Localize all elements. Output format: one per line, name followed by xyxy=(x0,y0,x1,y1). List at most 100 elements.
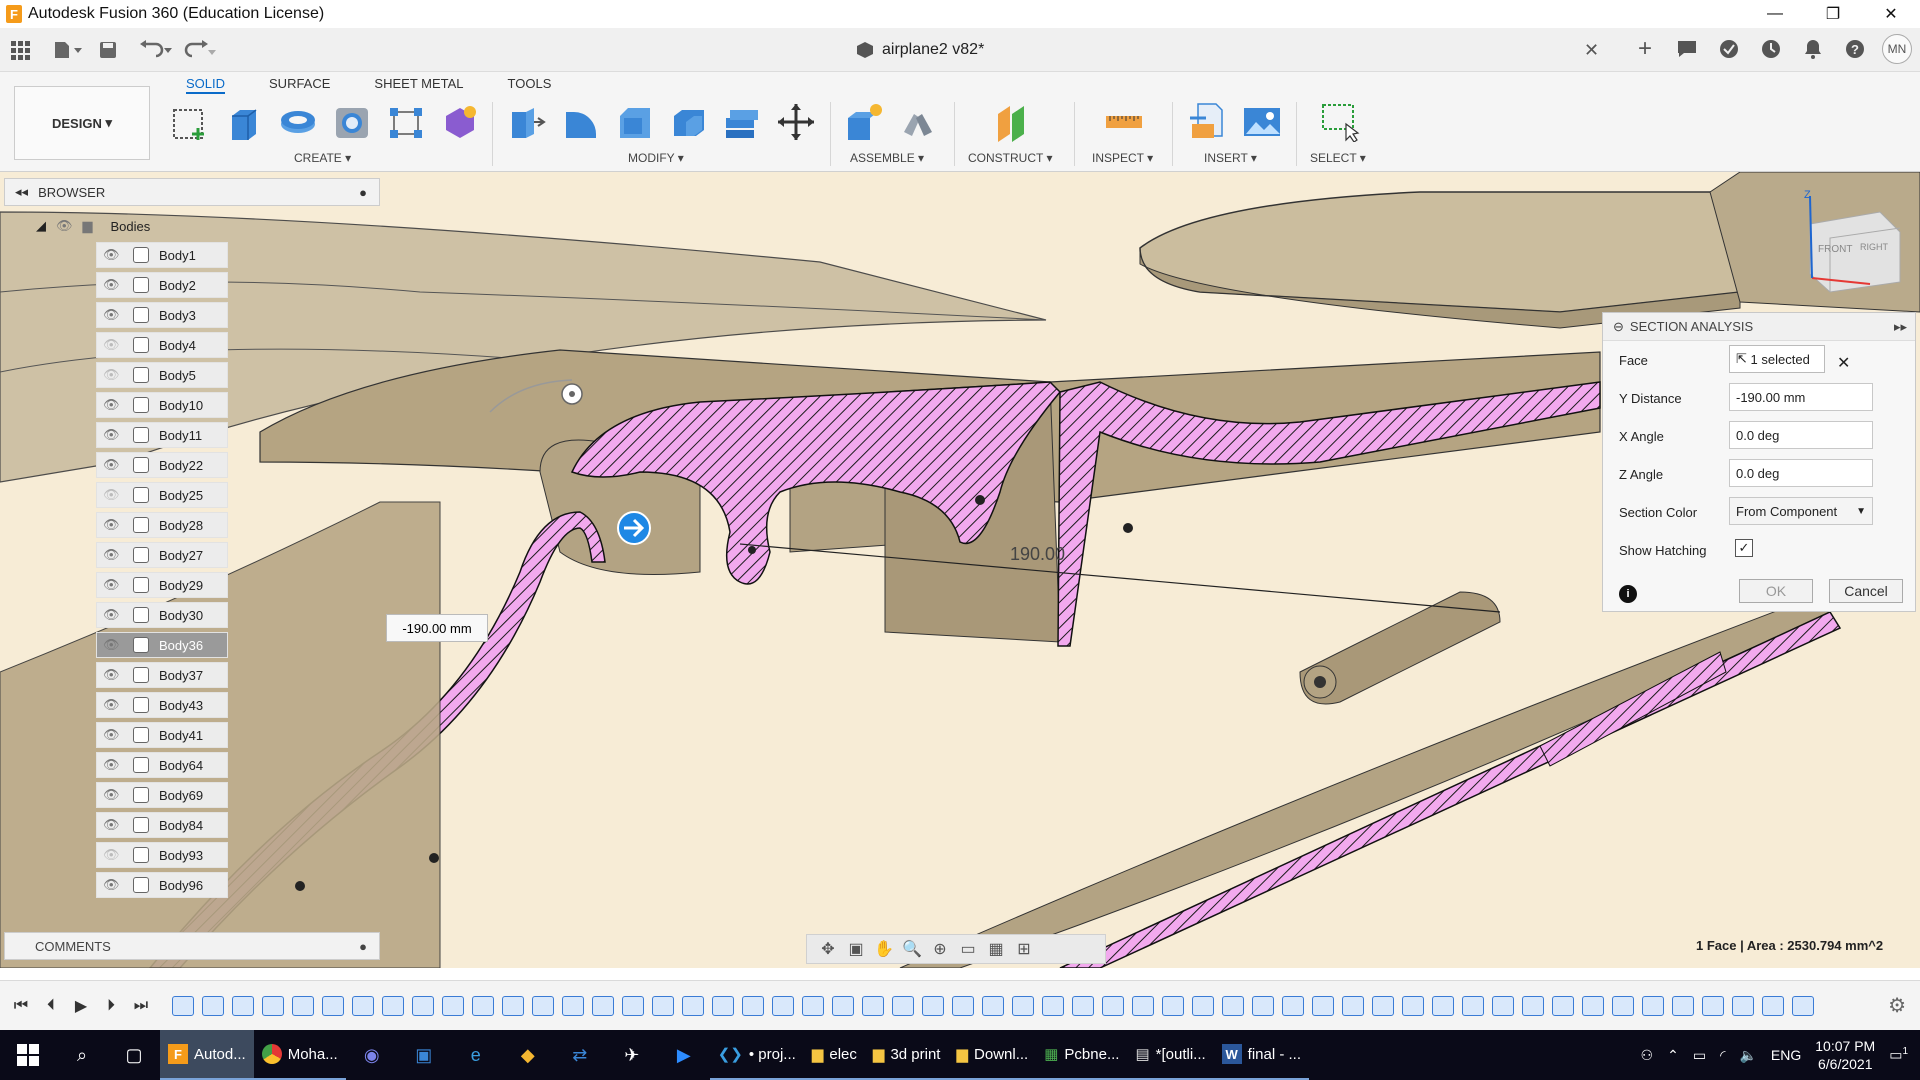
visibility-eye-icon[interactable]: 👁 xyxy=(103,877,125,893)
taskbar-3dprint[interactable]: ▆ 3d print xyxy=(864,1030,949,1080)
ok-button[interactable]: OK xyxy=(1739,579,1813,603)
timeline-feature-icon[interactable] xyxy=(1732,995,1754,1016)
go-to-start-icon[interactable]: ⏮ xyxy=(6,997,36,1015)
timeline-feature-icon[interactable] xyxy=(352,995,374,1016)
close-tab-icon[interactable]: ✕ xyxy=(1584,40,1599,61)
taskbar-vscode[interactable]: ❮❯ • proj... xyxy=(709,1030,804,1080)
timeline-feature-icon[interactable] xyxy=(232,995,254,1016)
face-selector[interactable]: ⇱ 1 selected xyxy=(1729,345,1825,373)
timeline-feature-icon[interactable] xyxy=(1282,995,1304,1016)
notifications-icon[interactable] xyxy=(1798,34,1828,64)
browser-body-item[interactable]: 👁 Body27 xyxy=(96,542,228,568)
timeline-feature-icon[interactable] xyxy=(1342,995,1364,1016)
browser-body-item[interactable]: 👁 Body22 xyxy=(96,452,228,478)
section-analysis-header[interactable]: ⊖ SECTION ANALYSIS ▸▸ xyxy=(1603,313,1915,341)
comments-bar[interactable]: COMMENTS ● xyxy=(4,932,380,960)
clear-selection-icon[interactable]: ✕ xyxy=(1837,353,1850,373)
inspect-group-label[interactable]: INSPECT ▾ xyxy=(1092,151,1153,165)
taskbar-pcbnew[interactable]: ▦ Pcbne... xyxy=(1036,1030,1128,1080)
play-icon[interactable]: ▶ xyxy=(66,996,96,1016)
browser-body-item[interactable]: 👁 Body25 xyxy=(96,482,228,508)
hole-icon[interactable] xyxy=(330,100,374,144)
volume-icon[interactable]: 🔈 xyxy=(1739,1047,1756,1064)
timeline-feature-icon[interactable] xyxy=(1222,995,1244,1016)
user-avatar[interactable]: MN xyxy=(1882,34,1912,64)
visibility-eye-icon[interactable]: 👁 xyxy=(103,487,125,503)
modify-group-label[interactable]: MODIFY ▾ xyxy=(628,151,684,165)
look-at-icon[interactable]: ▣ xyxy=(845,939,867,959)
timeline-feature-icon[interactable] xyxy=(922,995,944,1016)
create-form-icon[interactable] xyxy=(438,100,482,144)
timeline-feature-icon[interactable] xyxy=(1162,995,1184,1016)
wifi-icon[interactable]: ◜ xyxy=(1720,1047,1725,1064)
timeline-feature-icon[interactable] xyxy=(712,995,734,1016)
app-grid-icon[interactable] xyxy=(10,33,30,67)
browser-body-item[interactable]: 👁 Body43 xyxy=(96,692,228,718)
app-colorful-icon[interactable]: ◆ xyxy=(502,1030,554,1080)
windows-start-icon[interactable] xyxy=(0,1030,56,1080)
browser-body-item[interactable]: 👁 Body96 xyxy=(96,872,228,898)
new-tab-icon[interactable]: + xyxy=(1630,34,1660,64)
extrude-icon[interactable] xyxy=(222,100,266,144)
help-icon[interactable]: ? xyxy=(1840,34,1870,64)
show-hatching-checkbox[interactable]: ✓ xyxy=(1735,539,1753,557)
timeline-feature-icon[interactable] xyxy=(1372,995,1394,1016)
bodies-folder[interactable]: ◢ 👁 ▆ Bodies xyxy=(36,214,150,238)
browser-body-item[interactable]: 👁 Body5 xyxy=(96,362,228,388)
clock[interactable]: 10:07 PM 6/6/2021 xyxy=(1815,1037,1875,1073)
timeline-feature-icon[interactable] xyxy=(1792,995,1814,1016)
expand-triangle-icon[interactable]: ◢ xyxy=(36,218,46,234)
revolve-icon[interactable] xyxy=(276,100,320,144)
browser-body-item[interactable]: 👁 Body10 xyxy=(96,392,228,418)
visibility-eye-icon[interactable]: 👁 xyxy=(103,337,125,353)
construct-group-label[interactable]: CONSTRUCT ▾ xyxy=(968,151,1052,165)
assemble-group-label[interactable]: ASSEMBLE ▾ xyxy=(850,151,924,165)
timeline-feature-icon[interactable] xyxy=(1252,995,1274,1016)
document-tab[interactable]: airplane2 v82* xyxy=(856,28,984,72)
timeline-feature-icon[interactable] xyxy=(1132,995,1154,1016)
pattern-icon[interactable] xyxy=(384,100,428,144)
timeline-feature-icon[interactable] xyxy=(262,995,284,1016)
timeline-feature-icon[interactable] xyxy=(442,995,464,1016)
timeline-feature-icon[interactable] xyxy=(1672,995,1694,1016)
timeline-feature-icon[interactable] xyxy=(1762,995,1784,1016)
timeline-settings-icon[interactable]: ⚙ xyxy=(1888,993,1906,1018)
browser-body-item[interactable]: 👁 Body30 xyxy=(96,602,228,628)
timeline-feature-icon[interactable] xyxy=(952,995,974,1016)
timeline-feature-icon[interactable] xyxy=(682,995,704,1016)
display-settings-icon[interactable]: ▭ xyxy=(957,939,979,959)
timeline-feature-icon[interactable] xyxy=(532,995,554,1016)
visibility-eye-icon[interactable]: 👁 xyxy=(103,457,125,473)
timeline-feature-icon[interactable] xyxy=(502,995,524,1016)
timeline-feature-icon[interactable] xyxy=(202,995,224,1016)
browser-body-item[interactable]: 👁 Body36 xyxy=(96,632,228,658)
timeline-feature-icon[interactable] xyxy=(982,995,1004,1016)
redo-icon[interactable] xyxy=(182,33,216,67)
taskbar-chrome[interactable]: Moha... xyxy=(253,1030,346,1080)
shell-icon[interactable] xyxy=(666,100,710,144)
orbit-icon[interactable]: ✥ xyxy=(817,939,839,959)
timeline-feature-icon[interactable] xyxy=(292,995,314,1016)
y-distance-field[interactable]: -190.00 mm xyxy=(1729,383,1873,411)
visibility-eye-icon[interactable]: 👁 xyxy=(103,367,125,383)
browser-body-item[interactable]: 👁 Body41 xyxy=(96,722,228,748)
fit-icon[interactable]: ⊕ xyxy=(929,939,951,959)
show-hidden-icons[interactable]: ⌃ xyxy=(1667,1047,1679,1064)
zoom-icon[interactable]: 🔍 xyxy=(901,939,923,959)
timeline-feature-icon[interactable] xyxy=(1522,995,1544,1016)
visibility-eye-icon[interactable]: 👁 xyxy=(103,757,125,773)
visibility-eye-icon[interactable]: 👁 xyxy=(103,787,125,803)
viewports-icon[interactable]: ⊞ xyxy=(1013,939,1035,959)
visibility-eye-icon[interactable]: 👁 xyxy=(103,397,125,413)
browser-body-item[interactable]: 👁 Body37 xyxy=(96,662,228,688)
browser-body-item[interactable]: 👁 Body93 xyxy=(96,842,228,868)
insert-mesh-icon[interactable] xyxy=(1186,100,1230,144)
timeline-feature-icon[interactable] xyxy=(1192,995,1214,1016)
browser-body-item[interactable]: 👁 Body64 xyxy=(96,752,228,778)
timeline-feature-icon[interactable] xyxy=(1102,995,1124,1016)
timeline-feature-icon[interactable] xyxy=(1462,995,1484,1016)
teams-icon[interactable]: ◉ xyxy=(346,1030,398,1080)
create-sketch-icon[interactable] xyxy=(168,100,212,144)
browser-body-item[interactable]: 👁 Body1 xyxy=(96,242,228,268)
timeline-feature-icon[interactable] xyxy=(1552,995,1574,1016)
